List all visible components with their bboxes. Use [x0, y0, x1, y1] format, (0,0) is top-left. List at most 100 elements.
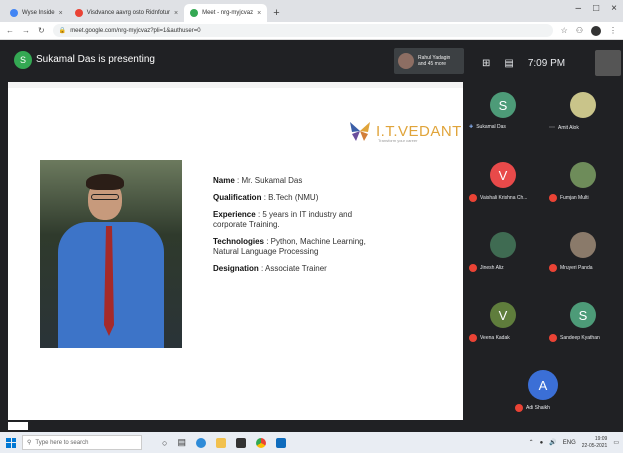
participant-name: Vaishali Krishna Ch... — [480, 195, 528, 201]
meeting-time: 7:09 PM — [527, 57, 566, 69]
cortana-icon[interactable]: ○ — [162, 438, 167, 448]
minimize-button[interactable]: – — [576, 3, 582, 14]
tray-language[interactable]: ENG — [563, 440, 576, 446]
search-placeholder: Type here to search — [35, 439, 89, 446]
meet-top-bar: S Sukamal Das is presenting Rahul Yadagi… — [0, 40, 623, 82]
maximize-button[interactable]: □ — [593, 3, 599, 14]
participant-tile[interactable]: A Adi Shaikh — [503, 364, 583, 426]
url-field[interactable]: 🔒 meet.google.com/nrg-myjcvaz?pli=1&auth… — [52, 24, 553, 37]
tray-chevron-icon[interactable]: ⌃ — [529, 439, 534, 446]
bookmark-star-icon[interactable]: ☆ — [561, 26, 568, 35]
file-explorer-icon[interactable] — [215, 437, 226, 448]
participant-name: Adi Shaikh — [526, 405, 550, 411]
new-tab-button[interactable]: + — [267, 4, 285, 22]
self-view-tile[interactable] — [595, 50, 621, 76]
participant-tile[interactable]: Mruyeri Panda — [543, 224, 623, 286]
tab-close-icon[interactable]: × — [59, 10, 63, 17]
participant-avatar: S — [570, 302, 596, 328]
speaker-mini-label: Rahul Yadagin and 45 more — [418, 55, 451, 67]
company-logo: I.T.VEDANT Transform your career — [348, 120, 462, 143]
task-view-icon[interactable]: ▤ — [177, 437, 186, 448]
mic-muted-icon — [549, 334, 557, 342]
presentation-slide: I.T.VEDANT Transform your career Name : … — [8, 88, 463, 420]
url-text: meet.google.com/nrg-myjcvaz?pli=1&authus… — [70, 27, 201, 34]
participant-tile[interactable]: Jinesh Aliz — [463, 224, 543, 286]
info-designation: Designation : Associate Trainer — [213, 264, 327, 273]
window-controls: – □ × — [576, 3, 617, 14]
layout-icon[interactable]: ⊞ — [482, 58, 490, 69]
reload-icon[interactable]: ↻ — [38, 26, 45, 35]
participant-tile[interactable]: ⋯ Amit Alok — [543, 84, 623, 146]
trainer-photo — [40, 160, 182, 348]
info-qualification: Qualification : B.Tech (NMU) — [213, 193, 319, 202]
participant-name: Mruyeri Panda — [560, 265, 593, 271]
profile-avatar-icon[interactable] — [591, 25, 601, 36]
mic-muted-icon — [515, 404, 523, 412]
system-tray: ⌃ ● 🔊 ENG 19:09 22-05-2021 ▭ — [529, 436, 623, 450]
close-window-button[interactable]: × — [611, 3, 617, 14]
participant-tile[interactable]: S Sandeep Kyathan — [543, 294, 623, 356]
extensions-icon[interactable]: ⚇ — [576, 26, 583, 35]
butterfly-logo-icon — [350, 122, 370, 141]
presenting-icon: ✚ — [469, 124, 474, 130]
tab-label: Meet - nrg-myjcvaz — [202, 10, 254, 16]
participant-name: Veena Kadak — [480, 335, 510, 341]
tab-favicon-icon — [10, 9, 18, 17]
tab-close-icon[interactable]: × — [257, 10, 261, 17]
edge-icon[interactable] — [195, 437, 206, 448]
search-icon: ⚲ — [27, 440, 32, 446]
mic-muted-icon — [469, 264, 477, 272]
participant-tile[interactable]: V Veena Kadak — [463, 294, 543, 356]
address-bar-actions: ☆ ⚇ ⋮ — [561, 25, 617, 36]
mic-muted-icon — [469, 334, 477, 342]
speaker-mini-tile[interactable]: Rahul Yadagin and 45 more — [394, 48, 464, 74]
participant-avatar — [570, 232, 596, 258]
mic-muted-icon — [549, 194, 557, 202]
tab-favicon-icon — [190, 9, 199, 17]
taskbar-clock[interactable]: 19:09 22-05-2021 — [582, 436, 608, 450]
trainer-info: Name : Mr. Sukamal Das Qualification : B… — [213, 176, 383, 281]
notification-icon[interactable]: ▭ — [613, 439, 619, 446]
presenting-label: Sukamal Das is presenting — [36, 54, 155, 65]
tab-close-icon[interactable]: × — [174, 10, 178, 17]
participant-avatar — [570, 92, 596, 118]
forward-arrow-icon[interactable]: → — [22, 26, 30, 35]
stage-left-gutter — [0, 82, 8, 420]
participant-tile[interactable]: V Vaishali Krishna Ch... — [463, 154, 543, 216]
participant-avatar: S — [490, 92, 516, 118]
participant-name: Sandeep Kyathan — [560, 335, 600, 341]
brand-tagline: Transform your career — [378, 138, 418, 143]
participant-avatar — [490, 232, 516, 258]
mic-muted-icon — [469, 194, 477, 202]
windows-taskbar: ⚲ Type here to search ○ ▤ ⌃ ● 🔊 ENG 19:0… — [0, 432, 623, 453]
brand-name: I.T.VEDANT — [376, 122, 462, 140]
lock-icon: 🔒 — [58, 28, 67, 34]
store-icon[interactable] — [235, 437, 246, 448]
info-technologies: Technologies : Python, Machine Learning,… — [213, 237, 366, 256]
tab-label: Visdvance aavrg osto Ridnfotur — [86, 10, 170, 16]
presenter-avatar: S — [14, 51, 32, 69]
windows-start-icon[interactable] — [6, 437, 16, 448]
chrome-icon[interactable] — [255, 437, 266, 448]
participant-name: Fumjan Multi — [560, 195, 589, 201]
kebab-menu-icon[interactable]: ⋮ — [609, 26, 617, 35]
browser-tab-1[interactable]: Wyse Inside × — [4, 4, 69, 22]
network-icon[interactable]: ● — [540, 440, 544, 446]
speaker-avatar — [398, 53, 414, 69]
back-arrow-icon[interactable]: ← — [6, 26, 14, 35]
volume-icon[interactable]: 🔊 — [549, 439, 556, 446]
participant-name: Amit Alok — [558, 124, 579, 131]
info-experience: Experience : 5 years in IT industry and … — [213, 210, 353, 229]
participant-tile[interactable]: Fumjan Multi — [543, 154, 623, 216]
mic-muted-icon — [549, 264, 557, 272]
taskbar-search-input[interactable]: ⚲ Type here to search — [22, 435, 142, 450]
participant-avatar: V — [490, 302, 516, 328]
participant-avatar — [570, 162, 596, 188]
browser-tab-3-active[interactable]: Meet - nrg-myjcvaz × — [184, 4, 268, 22]
browser-tab-2[interactable]: Visdvance aavrg osto Ridnfotur × — [69, 4, 184, 22]
tab-favicon-icon — [74, 9, 83, 17]
details-icon[interactable]: ▤ — [504, 58, 513, 69]
more-options-icon[interactable]: ⋯ — [549, 124, 555, 131]
outlook-icon[interactable] — [275, 437, 286, 448]
participant-tile[interactable]: S ✚ Sukamal Das — [463, 84, 543, 146]
